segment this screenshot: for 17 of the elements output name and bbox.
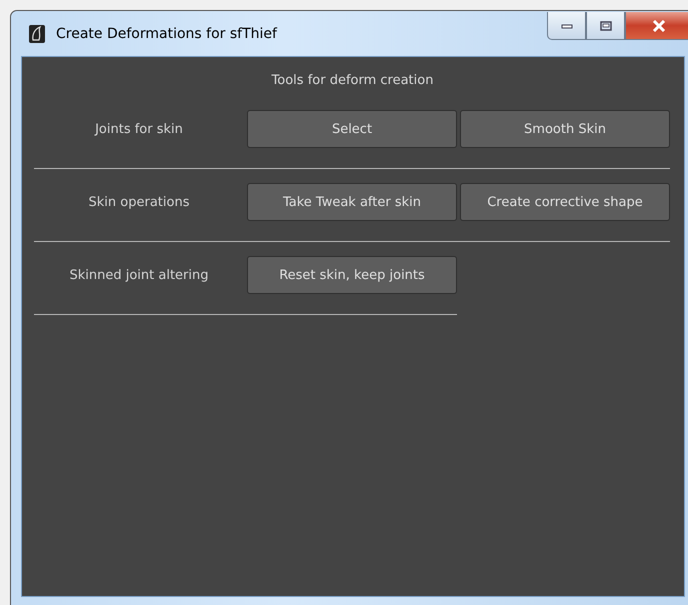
tool-button[interactable]: Select (247, 110, 457, 148)
section-label: Joints for skin (94, 122, 184, 136)
close-button[interactable] (625, 12, 688, 40)
app-icon (29, 24, 45, 42)
tool-button[interactable]: Create corrective shape (460, 183, 670, 221)
section-label: Skin operations (88, 194, 190, 210)
tool-button[interactable]: Take Tweak after skin (247, 183, 457, 221)
section-label: Skinned joint altering (68, 268, 210, 282)
minimize-button[interactable] (547, 12, 586, 40)
tool-button[interactable]: Reset skin, keep joints (247, 256, 457, 294)
tool-button[interactable]: Smooth Skin (460, 110, 670, 148)
close-icon (652, 20, 666, 32)
maximize-button[interactable] (586, 12, 625, 40)
minimize-icon (560, 22, 572, 28)
window-title: Create Deformations for sfThief (56, 26, 277, 42)
maximize-icon (600, 20, 612, 30)
panel-heading: Tools for deform creation (270, 72, 434, 90)
